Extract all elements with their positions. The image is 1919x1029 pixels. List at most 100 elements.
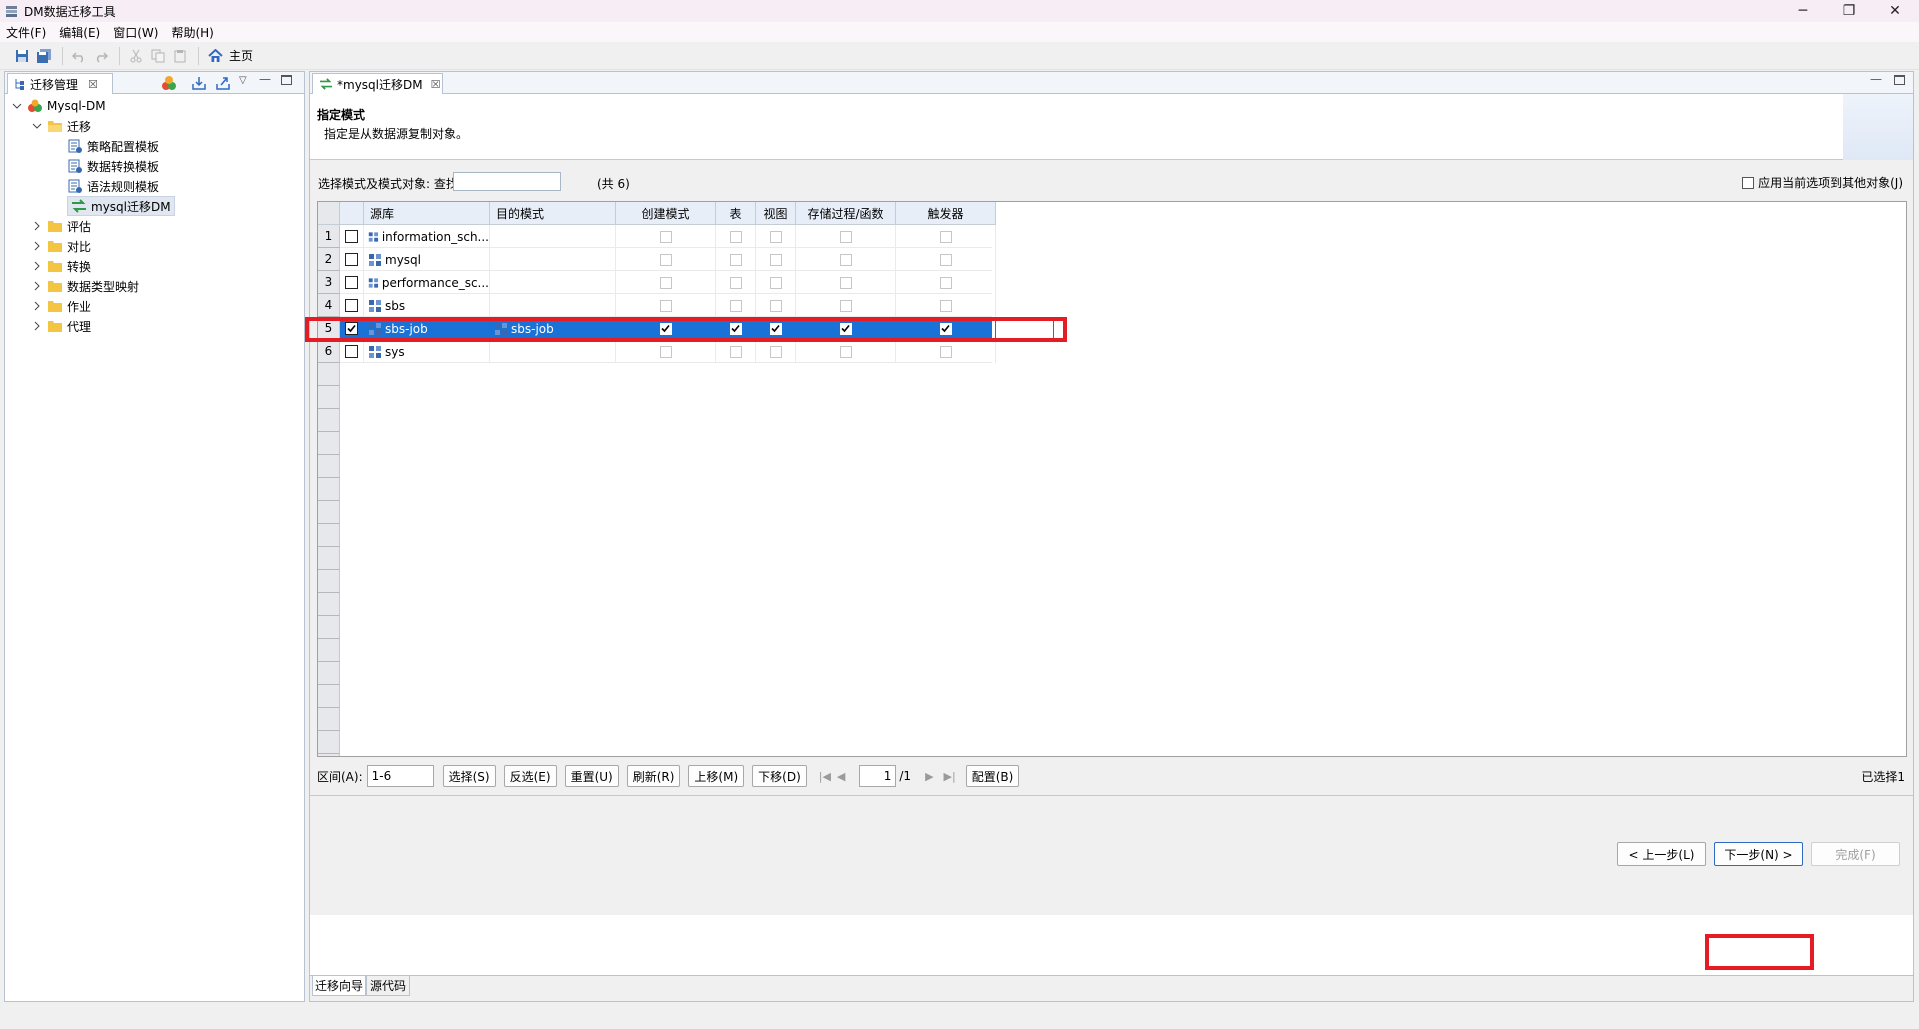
tree-item-syntax-rule-template[interactable]: 语法规则模板 bbox=[67, 176, 159, 196]
trigger-checkbox[interactable] bbox=[939, 299, 952, 312]
view-checkbox[interactable] bbox=[769, 345, 782, 358]
close-button[interactable]: ✕ bbox=[1872, 0, 1918, 22]
home-label[interactable]: 主页 bbox=[229, 47, 253, 64]
config-button[interactable]: 配置(B) bbox=[965, 765, 1020, 787]
create-schema-cell[interactable] bbox=[616, 248, 716, 271]
view-checkbox[interactable] bbox=[769, 299, 782, 312]
column-target-schema[interactable]: 目的模式 bbox=[490, 202, 616, 225]
invert-select-button[interactable]: 反选(E) bbox=[503, 765, 557, 787]
column-view[interactable]: 视图 bbox=[756, 202, 796, 225]
table-row[interactable]: sys bbox=[340, 340, 996, 363]
trigger-checkbox[interactable] bbox=[939, 345, 952, 358]
table-cell[interactable] bbox=[716, 294, 756, 317]
procedure-cell[interactable] bbox=[796, 248, 896, 271]
procedure-checkbox[interactable] bbox=[839, 299, 852, 312]
tree-item-strategy-template[interactable]: 策略配置模板 bbox=[67, 136, 159, 156]
search-input[interactable] bbox=[453, 172, 561, 191]
tree-item-jobs[interactable]: 作业 bbox=[31, 296, 91, 316]
row-select-cell[interactable] bbox=[340, 271, 364, 294]
procedure-checkbox[interactable] bbox=[839, 253, 852, 266]
tree-item-agent[interactable]: 代理 bbox=[31, 316, 91, 336]
expand-icon[interactable] bbox=[31, 220, 43, 232]
trigger-checkbox[interactable] bbox=[939, 276, 952, 289]
target-cell[interactable] bbox=[490, 248, 616, 271]
row-checkbox[interactable] bbox=[345, 230, 358, 243]
menu-edit[interactable]: 编辑(E) bbox=[59, 24, 100, 41]
table-row[interactable]: mysql bbox=[340, 248, 996, 271]
home-icon[interactable] bbox=[205, 46, 225, 66]
maximize-view-icon[interactable] bbox=[281, 75, 292, 85]
create-schema-cell[interactable] bbox=[616, 225, 716, 248]
view-cell[interactable] bbox=[756, 225, 796, 248]
collapse-icon[interactable] bbox=[11, 100, 23, 112]
row-select-cell[interactable] bbox=[340, 340, 364, 363]
source-cell[interactable]: information_sch... bbox=[364, 225, 490, 248]
procedure-checkbox[interactable] bbox=[839, 345, 852, 358]
view-menu-icon[interactable]: ▽ bbox=[239, 75, 247, 86]
create-schema-cell[interactable] bbox=[616, 340, 716, 363]
create-schema-cell[interactable] bbox=[616, 271, 716, 294]
export-icon[interactable] bbox=[215, 75, 231, 91]
expand-icon[interactable] bbox=[31, 260, 43, 272]
refresh-button[interactable]: 刷新(R) bbox=[626, 765, 681, 787]
tab-migration-management[interactable]: 迁移管理 ☒ bbox=[7, 73, 113, 94]
undo-icon[interactable] bbox=[69, 46, 89, 66]
trigger-cell[interactable] bbox=[896, 340, 996, 363]
row-checkbox[interactable] bbox=[345, 253, 358, 266]
create-schema-checkbox[interactable] bbox=[659, 253, 672, 266]
tree-item-compare[interactable]: 对比 bbox=[31, 236, 91, 256]
next-button[interactable]: 下一步(N) > bbox=[1714, 842, 1803, 866]
minimize-button[interactable]: ─ bbox=[1780, 0, 1826, 22]
table-row[interactable]: performance_sc... bbox=[340, 271, 996, 294]
table-row[interactable]: information_sch... bbox=[340, 225, 996, 248]
table-checkbox[interactable] bbox=[729, 230, 742, 243]
procedure-cell[interactable] bbox=[796, 271, 896, 294]
row-select-cell[interactable] bbox=[340, 294, 364, 317]
table-checkbox[interactable] bbox=[729, 299, 742, 312]
view-cell[interactable] bbox=[756, 294, 796, 317]
row-checkbox[interactable] bbox=[345, 276, 358, 289]
trigger-checkbox[interactable] bbox=[939, 253, 952, 266]
procedure-cell[interactable] bbox=[796, 340, 896, 363]
procedure-cell[interactable] bbox=[796, 294, 896, 317]
tree-item-data-type-mapping[interactable]: 数据类型映射 bbox=[31, 276, 139, 296]
move-down-button[interactable]: 下移(D) bbox=[752, 765, 807, 787]
close-tab-icon[interactable]: ☒ bbox=[88, 78, 98, 91]
apply-to-others-option[interactable]: 应用当前选项到其他对象(J) bbox=[1742, 174, 1903, 191]
close-tab-icon[interactable]: ☒ bbox=[431, 78, 441, 91]
row-select-cell[interactable] bbox=[340, 248, 364, 271]
column-procedure-function[interactable]: 存储过程/函数 bbox=[796, 202, 896, 225]
trigger-cell[interactable] bbox=[896, 294, 996, 317]
connect-icon[interactable] bbox=[161, 75, 177, 91]
column-create-schema[interactable]: 创建模式 bbox=[616, 202, 716, 225]
tree-item-mysql-to-dm[interactable]: mysql迁移DM bbox=[67, 196, 175, 216]
trigger-cell[interactable] bbox=[896, 248, 996, 271]
page-input[interactable]: 1 bbox=[859, 765, 897, 787]
expand-icon[interactable] bbox=[31, 300, 43, 312]
range-input[interactable]: 1-6 bbox=[366, 765, 434, 787]
target-cell[interactable] bbox=[490, 225, 616, 248]
procedure-checkbox[interactable] bbox=[839, 276, 852, 289]
trigger-cell[interactable] bbox=[896, 271, 996, 294]
restore-button[interactable]: ❐ bbox=[1826, 0, 1872, 22]
prev-page-icon[interactable]: ◀ bbox=[837, 770, 845, 783]
source-cell[interactable]: performance_sc... bbox=[364, 271, 490, 294]
create-schema-checkbox[interactable] bbox=[659, 299, 672, 312]
minimize-editor-icon[interactable]: — bbox=[1870, 72, 1882, 86]
menu-file[interactable]: 文件(F) bbox=[6, 24, 46, 41]
create-schema-checkbox[interactable] bbox=[659, 230, 672, 243]
procedure-checkbox[interactable] bbox=[839, 230, 852, 243]
row-checkbox[interactable] bbox=[345, 299, 358, 312]
save-icon[interactable] bbox=[12, 46, 32, 66]
minimize-view-icon[interactable]: — bbox=[259, 72, 271, 86]
tab-source-code[interactable]: 源代码 bbox=[366, 976, 410, 996]
procedure-cell[interactable] bbox=[796, 225, 896, 248]
tab-mysql-migration[interactable]: *mysql迁移DM ☒ bbox=[312, 73, 443, 94]
tree-item-convert[interactable]: 转换 bbox=[31, 256, 91, 276]
first-page-icon[interactable]: |◀ bbox=[819, 770, 831, 783]
table-checkbox[interactable] bbox=[729, 253, 742, 266]
cut-icon[interactable] bbox=[126, 46, 146, 66]
column-source[interactable]: 源库 bbox=[364, 202, 490, 225]
source-cell[interactable]: mysql bbox=[364, 248, 490, 271]
next-page-icon[interactable]: ▶ bbox=[925, 770, 933, 783]
